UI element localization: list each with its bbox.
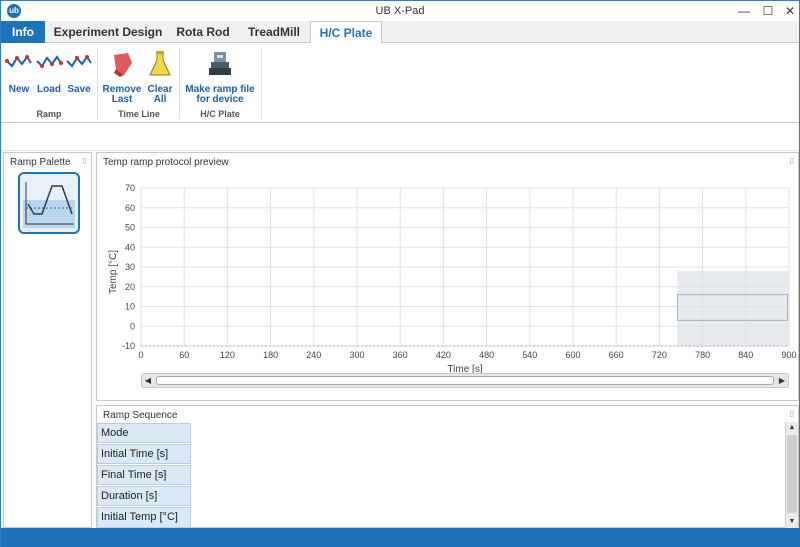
x-tick-label: 780: [695, 350, 710, 360]
status-bar: [1, 528, 800, 547]
pin-icon[interactable]: ▯: [790, 409, 794, 418]
x-tick-label: 840: [738, 350, 753, 360]
selection-region: [677, 270, 789, 346]
ramp-sequence-title: Ramp Sequence: [103, 410, 178, 421]
x-tick-label: 420: [436, 350, 451, 360]
x-tick-label: 660: [609, 350, 624, 360]
sequence-vertical-scrollbar[interactable]: ▲ ▼: [785, 422, 798, 528]
x-tick-label: 120: [220, 350, 235, 360]
x-tick-label: 360: [393, 350, 408, 360]
y-tick-label: 60: [125, 203, 135, 213]
y-axis-title: Temp [°C]: [108, 250, 119, 294]
scroll-right-arrow-icon[interactable]: ▶: [776, 374, 788, 387]
x-tick-label: 0: [138, 350, 143, 360]
scroll-up-arrow-icon[interactable]: ▲: [786, 422, 798, 434]
x-tick-label: 540: [522, 350, 537, 360]
sequence-row-header: Initial Temp [°C]: [97, 507, 191, 528]
x-tick-label: 300: [349, 350, 364, 360]
scroll-left-arrow-icon[interactable]: ◀: [142, 374, 154, 387]
scroll-thumb[interactable]: [156, 376, 774, 385]
y-tick-label: 10: [125, 302, 135, 312]
app-window: ub UB X-Pad — ☐ ✕ Info Experiment Design…: [0, 0, 800, 547]
x-tick-label: 600: [565, 350, 580, 360]
scroll-down-arrow-icon[interactable]: ▼: [786, 516, 798, 528]
chart-horizontal-scrollbar[interactable]: ◀ ▶: [141, 373, 789, 388]
y-tick-label: 50: [125, 223, 135, 233]
temp-ramp-chart[interactable]: 0 60 120 180 240 300 360 420 480 540 600 660 720 780 8…: [1, 1, 800, 401]
ramp-sequence-panel: Ramp Sequence ▯: [96, 405, 799, 528]
x-tick-label: 240: [306, 350, 321, 360]
y-tick-label: 0: [130, 321, 135, 331]
x-tick-label: 60: [179, 350, 189, 360]
y-tick-label: 30: [125, 262, 135, 272]
y-tick-label: 70: [125, 183, 135, 193]
y-tick-label: 20: [125, 282, 135, 292]
x-tick-label: 480: [479, 350, 494, 360]
sequence-row-header: Duration [s]: [97, 486, 191, 506]
x-tick-label: 180: [263, 350, 278, 360]
scroll-thumb[interactable]: [787, 435, 797, 513]
sequence-row-header: Final Time [s]: [97, 465, 191, 485]
sequence-row-header: Initial Time [s]: [97, 444, 191, 464]
x-tick-label: 900: [781, 350, 796, 360]
y-tick-label: 40: [125, 242, 135, 252]
y-tick-label: -10: [122, 341, 135, 351]
x-tick-label: 720: [652, 350, 667, 360]
sequence-row-header: Mode: [97, 423, 191, 443]
